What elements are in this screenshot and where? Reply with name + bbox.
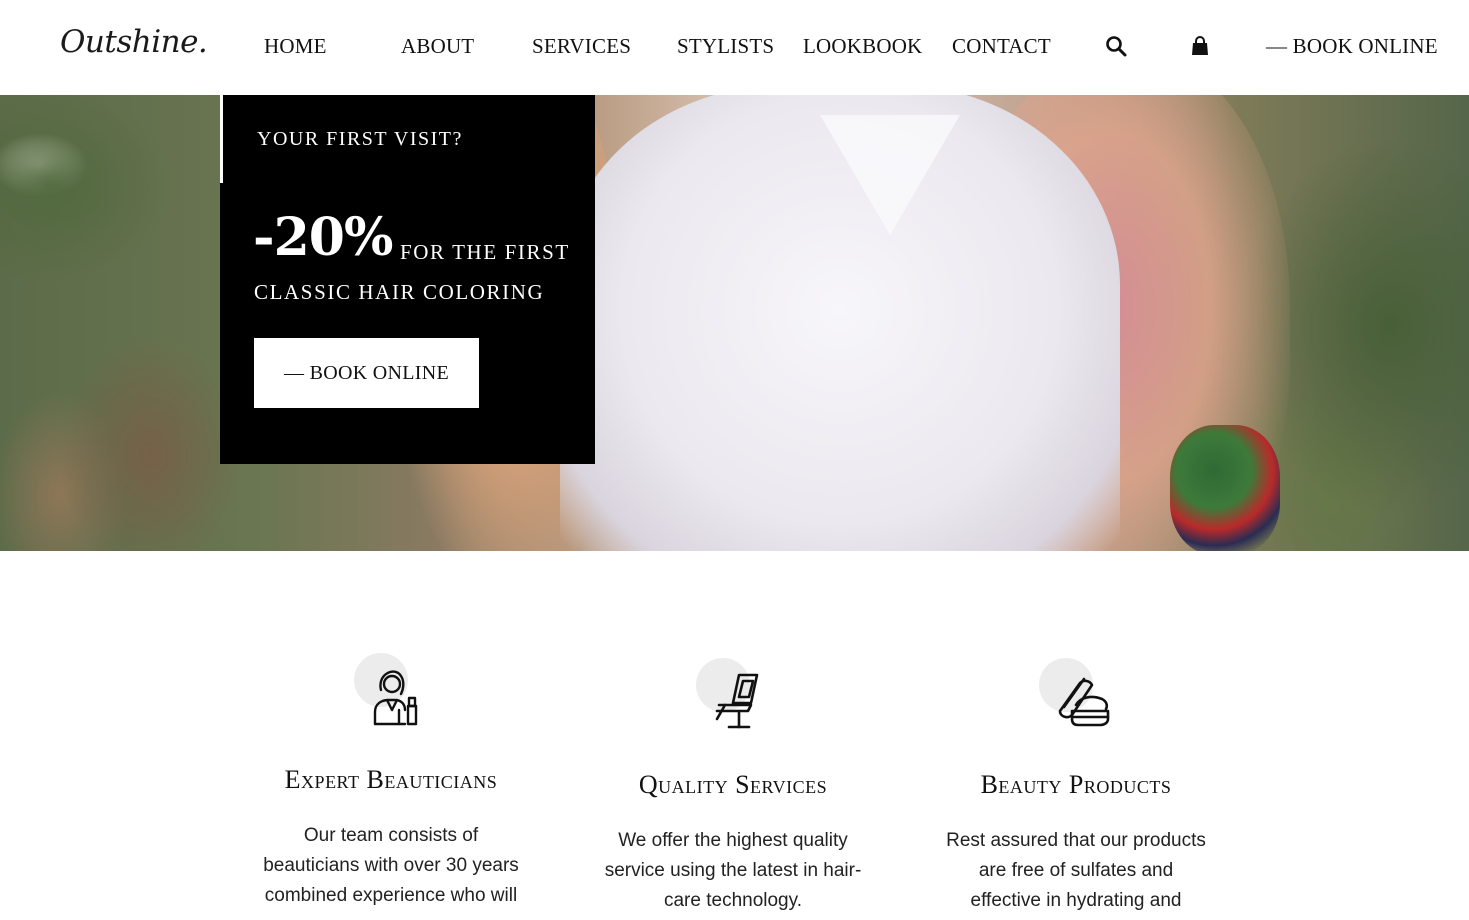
nav-contact[interactable]: CONTACT [952,34,1051,59]
feature-line: are free of sulfates and [978,860,1174,881]
hero-collar [820,115,960,235]
promo-eyebrow: YOUR FIRST VISIT? [257,128,463,150]
promo-discount: -20% [253,207,393,268]
promo-offer-line2: CLASSIC HAIR COLORING [254,280,545,304]
feature-line: beauticians with over 30 years [263,855,519,876]
feature-icon-wrap [1031,650,1121,740]
search-icon[interactable] [1104,34,1128,58]
promo-box: YOUR FIRST VISIT? -20% FOR THE FIRST CLA… [220,95,595,464]
shopping-bag-icon[interactable] [1188,34,1212,58]
feature-icon-wrap [346,645,436,735]
book-online-link[interactable]: — BOOK ONLINE [1266,34,1438,59]
nav-about[interactable]: ABOUT [401,34,474,59]
nav-services[interactable]: SERVICES [532,34,631,59]
feature-icon-wrap [688,650,778,740]
feature-line: combined experience who will [264,885,518,906]
beautician-icon [373,670,418,726]
feature-expert-beauticians: Expert Beauticians Our team consists of … [226,645,556,911]
nav-home[interactable]: HOME [264,34,327,59]
site-header: Outshine. HOME ABOUT SERVICES STYLISTS L… [0,0,1469,95]
feature-line: We offer the highest quality [618,830,848,851]
cream-jar-icon [1058,677,1110,727]
nav-stylists[interactable]: STYLISTS [677,34,774,59]
salon-chair-icon [715,673,759,729]
book-online-button[interactable]: — BOOK ONLINE [254,338,479,408]
feature-beauty-products: Beauty Products Rest assured that our pr… [911,650,1241,916]
promo-offer-line1: FOR THE FIRST [400,240,570,264]
feature-title: Beauty Products [980,770,1172,799]
feature-line: Rest assured that our products [946,830,1206,851]
feature-line: care technology. [663,890,802,911]
feature-description: We offer the highest quality service usi… [596,826,871,916]
feature-description: Rest assured that our products are free … [939,826,1214,916]
feature-title: Expert Beauticians [284,765,498,794]
site-logo[interactable]: Outshine. [60,24,208,60]
nav-lookbook[interactable]: LOOKBOOK [803,34,922,59]
hero-embroidery [1170,425,1280,551]
feature-title: Quality Services [638,770,828,799]
feature-description: Our team consists of beauticians with ov… [254,821,529,911]
feature-line: service using the latest in hair- [604,860,862,881]
feature-line: effective in hydrating and [970,890,1182,911]
promo-accent-line [220,95,223,183]
feature-line: Our team consists of [303,825,479,846]
feature-quality-services: Quality Services We offer the highest qu… [568,650,898,916]
